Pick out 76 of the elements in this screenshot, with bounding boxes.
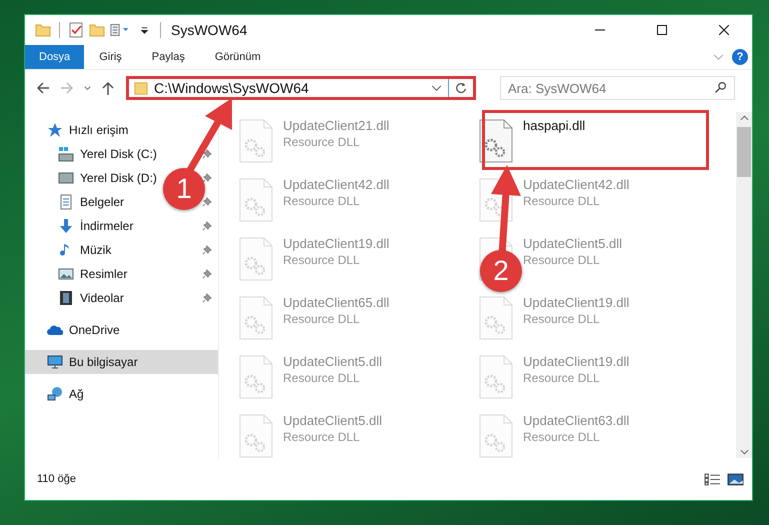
nav-item[interactable]: Ağ <box>25 382 218 406</box>
file-type: Resource DLL <box>283 253 361 267</box>
file-type: Resource DLL <box>523 371 601 385</box>
customize-dropdown-icon[interactable] <box>140 26 149 34</box>
download-icon <box>58 218 74 234</box>
computer-icon <box>47 354 63 370</box>
nav-item[interactable]: Resimler <box>25 262 130 286</box>
expand-ribbon-icon[interactable] <box>713 54 724 60</box>
ribbon-tab[interactable]: Dosya <box>25 45 84 69</box>
large-icons-view-icon[interactable] <box>727 472 744 486</box>
file-type: Resource DLL <box>523 194 601 208</box>
ribbon-tab[interactable]: Paylaş <box>136 45 200 69</box>
dll-file-icon <box>239 414 273 458</box>
file-type: Resource DLL <box>283 312 361 326</box>
dll-file-icon <box>239 296 273 340</box>
dll-file-icon <box>239 237 273 281</box>
window-title: SysWOW64 <box>171 22 248 38</box>
dll-file-icon <box>239 355 273 399</box>
scroll-down-icon[interactable] <box>740 449 748 455</box>
file-type: Resource DLL <box>283 194 361 208</box>
nav-item[interactable]: Yerel Disk (C:) <box>25 142 159 166</box>
dll-file-icon <box>479 355 513 399</box>
file-name[interactable]: haspapi.dll <box>523 118 586 133</box>
folder-icon <box>134 81 148 95</box>
drive-icon <box>58 170 74 186</box>
help-button[interactable]: ? <box>732 49 748 65</box>
pin-icon[interactable] <box>202 197 212 207</box>
file-type: Resource DLL <box>523 430 601 444</box>
film-icon <box>58 290 74 306</box>
drive-icon <box>58 146 74 162</box>
dll-file-icon <box>479 296 513 340</box>
nav-item[interactable]: Videolar <box>25 286 126 310</box>
dropdown-icon[interactable] <box>431 84 442 92</box>
properties-icon[interactable] <box>68 22 84 38</box>
maximize-icon <box>656 25 666 35</box>
file-type: Resource DLL <box>283 430 361 444</box>
scrollbar-thumb[interactable] <box>737 127 751 177</box>
nav-item[interactable]: Bu bilgisayar <box>25 350 218 374</box>
nav-item[interactable]: Belgeler <box>25 190 126 214</box>
ribbon-tab[interactable]: Görünüm <box>200 45 276 69</box>
pin-icon[interactable] <box>202 245 212 255</box>
up-icon[interactable] <box>100 80 116 96</box>
picture-icon <box>58 266 74 282</box>
nav-item[interactable]: İndirmeler <box>25 214 136 238</box>
file-type: Resource DLL <box>523 312 601 326</box>
document-icon <box>58 194 74 210</box>
nav-item[interactable]: Yerel Disk (D:) <box>25 166 159 190</box>
file-type: Resource DLL <box>283 135 361 149</box>
pin-icon[interactable] <box>202 221 212 231</box>
pin-icon[interactable] <box>202 269 212 279</box>
search-field[interactable]: Ara: SysWOW64 <box>500 76 735 100</box>
scroll-up-icon[interactable] <box>740 115 748 121</box>
scrollbar[interactable] <box>736 112 752 458</box>
file-type: Resource DLL <box>523 253 601 267</box>
nav-item[interactable]: Müzik <box>25 238 114 262</box>
search-icon[interactable] <box>714 81 727 94</box>
close-icon <box>718 25 728 35</box>
dll-file-icon <box>239 119 273 163</box>
recent-locations-icon[interactable] <box>83 84 92 92</box>
dll-file-icon <box>239 178 273 222</box>
pin-icon[interactable] <box>202 293 212 303</box>
refresh-icon[interactable] <box>454 81 468 95</box>
star-icon <box>47 122 63 138</box>
network-icon <box>47 386 63 402</box>
pin-icon[interactable] <box>202 173 212 183</box>
dll-file-icon <box>479 119 513 163</box>
pin-icon[interactable] <box>202 149 212 159</box>
item-count: 110 öğe <box>37 473 76 485</box>
dll-file-icon <box>479 414 513 458</box>
ribbon-tab[interactable]: Giriş <box>84 45 137 69</box>
address-field[interactable]: C:\Windows\SysWOW64 <box>126 76 476 100</box>
back-icon[interactable] <box>35 80 51 96</box>
nav-item[interactable]: Hızlı erişim <box>25 118 218 142</box>
details-view-icon[interactable] <box>704 472 721 486</box>
file-type: Resource DLL <box>283 371 361 385</box>
nav-item[interactable]: OneDrive <box>25 318 218 342</box>
